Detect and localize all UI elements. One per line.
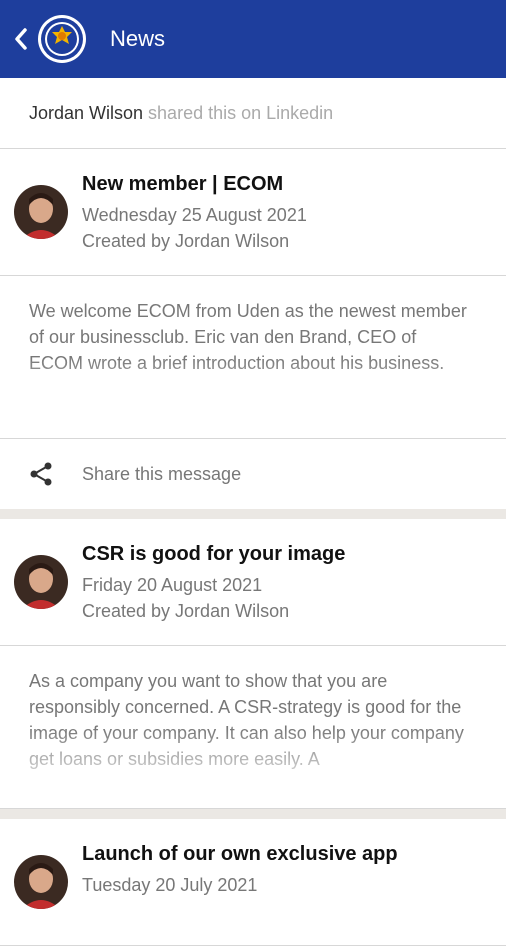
share-button[interactable]: Share this message <box>0 439 506 509</box>
post-header[interactable]: New member | ECOM Wednesday 25 August 20… <box>0 149 506 276</box>
shared-banner: Jordan Wilson shared this on Linkedin <box>0 78 506 149</box>
excerpt-fade <box>0 358 506 438</box>
share-icon <box>30 462 52 486</box>
post-author: Created by Jordan Wilson <box>82 231 290 251</box>
avatar <box>14 555 68 609</box>
avatar <box>14 185 68 239</box>
club-crest-logo <box>38 15 86 63</box>
post-header[interactable]: Launch of our own exclusive app Tuesday … <box>0 819 506 946</box>
app-bar: News <box>0 0 506 78</box>
shared-by-name[interactable]: Jordan Wilson <box>29 103 143 124</box>
card-divider <box>0 809 506 819</box>
card-divider <box>0 509 506 519</box>
post-excerpt[interactable]: We welcome ECOM from Uden as the newest … <box>0 276 506 439</box>
post-header[interactable]: CSR is good for your image Friday 20 Aug… <box>0 519 506 646</box>
news-card: Launch of our own exclusive app Tuesday … <box>0 819 506 946</box>
news-card: CSR is good for your image Friday 20 Aug… <box>0 519 506 809</box>
post-author: Created by Jordan Wilson <box>82 601 290 621</box>
avatar <box>14 855 68 909</box>
excerpt-fade <box>0 728 506 808</box>
post-date: Wednesday 25 August 2021 <box>82 205 307 225</box>
post-date: Friday 20 August 2021 <box>82 575 263 595</box>
post-excerpt[interactable]: As a company you want to show that you a… <box>0 646 506 809</box>
post-title: New member | ECOM <box>82 173 284 195</box>
share-label: Share this message <box>82 463 242 484</box>
chevron-left-icon <box>15 28 27 50</box>
page-title: News <box>110 26 166 51</box>
post-title: Launch of our own exclusive app <box>82 843 398 865</box>
news-card: Jordan Wilson shared this on Linkedin Ne… <box>0 78 506 509</box>
back-button[interactable] <box>6 0 36 78</box>
post-title: CSR is good for your image <box>82 543 346 565</box>
post-date: Tuesday 20 July 2021 <box>82 875 258 895</box>
shared-on-text: shared this on Linkedin <box>148 102 334 123</box>
